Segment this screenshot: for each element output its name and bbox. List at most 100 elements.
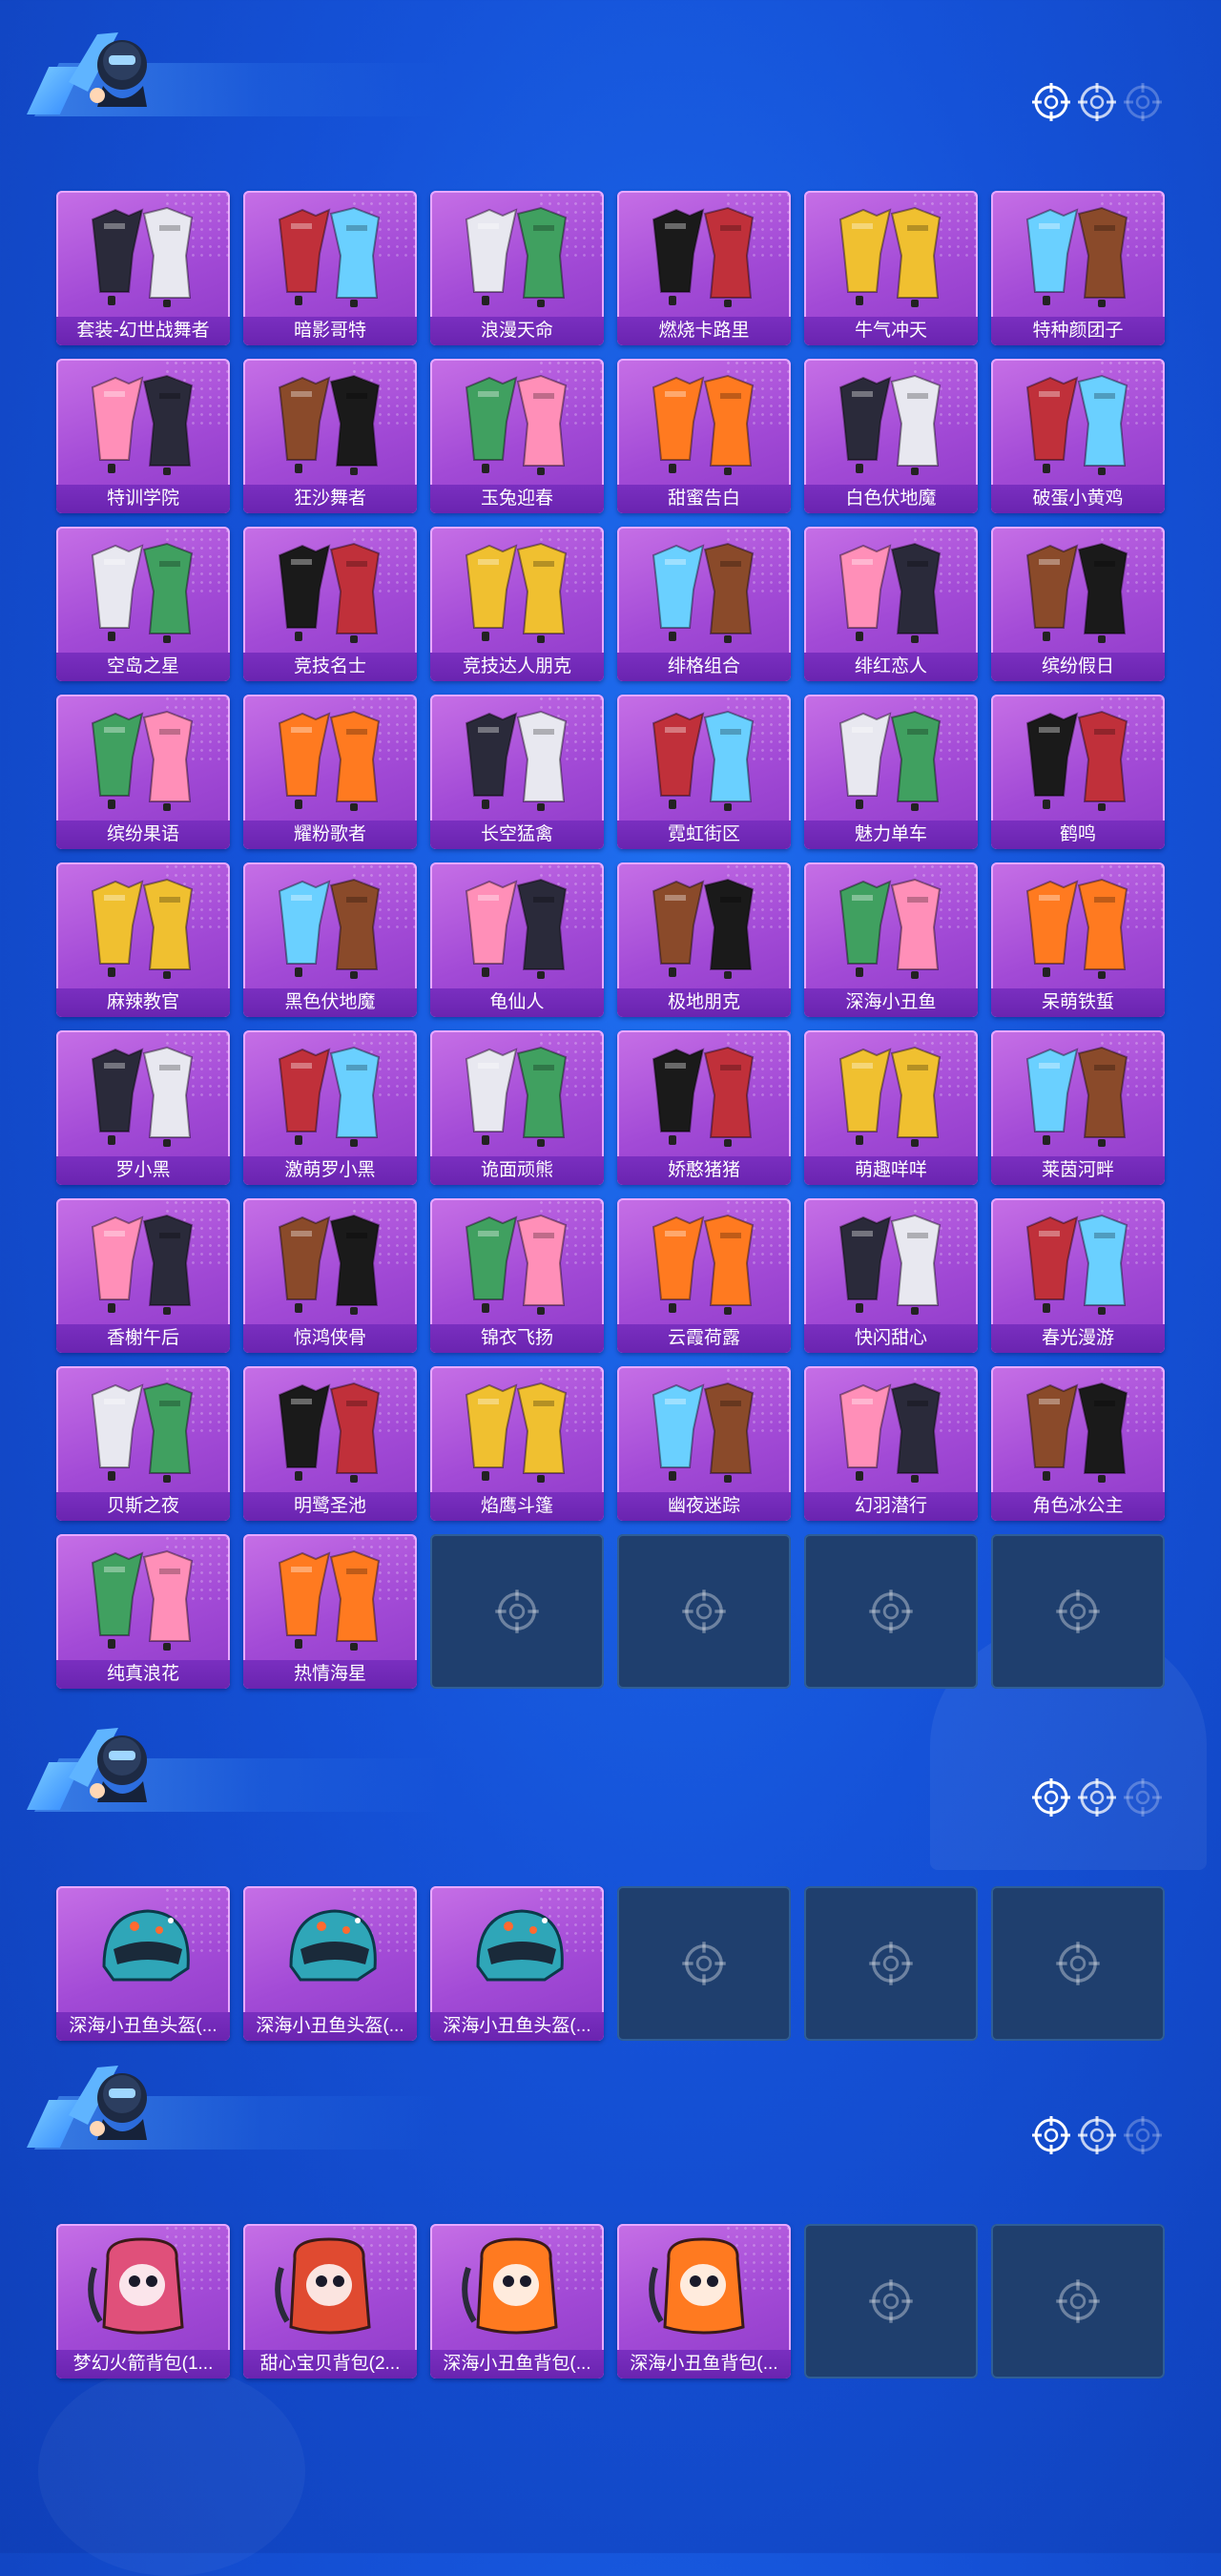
outfit-card[interactable]: 鹤鸣 — [991, 695, 1165, 849]
backpack-card[interactable]: 深海小丑鱼背包(... — [617, 2224, 791, 2379]
outfit-card[interactable]: 萌趣咩咩 — [804, 1030, 978, 1185]
outfit-image — [262, 364, 398, 477]
outfit-card[interactable]: 甜蜜告白 — [617, 359, 791, 513]
backpack-image — [449, 2230, 585, 2342]
outfit-image — [262, 1204, 398, 1317]
outfit-card[interactable]: 暗影哥特 — [243, 191, 417, 345]
empty-slot — [430, 1534, 604, 1689]
item-name: 甜蜜告白 — [617, 485, 791, 513]
outfit-card[interactable]: 缤纷假日 — [991, 527, 1165, 681]
outfit-card[interactable]: 纯真浪花 — [56, 1534, 230, 1689]
outfit-card[interactable]: 破蛋小黄鸡 — [991, 359, 1165, 513]
outfit-card[interactable]: 贝斯之夜 — [56, 1366, 230, 1521]
item-name: 焰鹰斗篷 — [430, 1492, 604, 1521]
item-name: 特种颜团子 — [991, 317, 1165, 345]
outfit-card[interactable]: 罗小黑 — [56, 1030, 230, 1185]
outfit-card[interactable]: 缤纷果语 — [56, 695, 230, 849]
crosshair-icon — [1122, 1776, 1164, 1818]
outfit-card[interactable]: 特训学院 — [56, 359, 230, 513]
outfit-card[interactable]: 狂沙舞者 — [243, 359, 417, 513]
outfit-card[interactable]: 绯格组合 — [617, 527, 791, 681]
outfit-image — [75, 700, 211, 813]
outfit-card[interactable]: 玉兔迎春 — [430, 359, 604, 513]
outfit-image — [1010, 1372, 1146, 1485]
item-name: 幻羽潜行 — [804, 1492, 978, 1521]
outfit-card[interactable]: 呆萌铁蜇 — [991, 862, 1165, 1017]
item-name: 诡面顽熊 — [430, 1156, 604, 1185]
outfit-card[interactable]: 香榭午后 — [56, 1198, 230, 1353]
outfit-card[interactable]: 幻羽潜行 — [804, 1366, 978, 1521]
outfit-card[interactable]: 春光漫游 — [991, 1198, 1165, 1353]
outfit-card[interactable]: 特种颜团子 — [991, 191, 1165, 345]
item-name: 白色伏地魔 — [804, 485, 978, 513]
outfit-card[interactable]: 娇憨猪猪 — [617, 1030, 791, 1185]
outfit-card[interactable]: 快闪甜心 — [804, 1198, 978, 1353]
outfit-card[interactable]: 竞技达人朋克 — [430, 527, 604, 681]
outfit-image — [75, 364, 211, 477]
outfit-card[interactable]: 焰鹰斗篷 — [430, 1366, 604, 1521]
item-name: 深海小丑鱼背包(... — [617, 2350, 791, 2379]
outfit-card[interactable]: 惊鸿侠骨 — [243, 1198, 417, 1353]
outfit-card[interactable]: 霓虹街区 — [617, 695, 791, 849]
helmet-card[interactable]: 深海小丑鱼头盔(... — [243, 1886, 417, 2041]
item-name: 牛气冲天 — [804, 317, 978, 345]
outfit-card[interactable]: 长空猛禽 — [430, 695, 604, 849]
item-name: 燃烧卡路里 — [617, 317, 791, 345]
helmet-card[interactable]: 深海小丑鱼头盔(... — [430, 1886, 604, 2041]
item-name: 罗小黑 — [56, 1156, 230, 1185]
crosshair-icon — [1030, 1776, 1072, 1818]
helmet-image — [262, 1892, 398, 2005]
helmet-card[interactable]: 深海小丑鱼头盔(... — [56, 1886, 230, 2041]
item-name: 萌趣咩咩 — [804, 1156, 978, 1185]
outfit-card[interactable]: 龟仙人 — [430, 862, 604, 1017]
player-avatar-icon — [59, 2048, 162, 2151]
outfit-card[interactable]: 莱茵河畔 — [991, 1030, 1165, 1185]
outfit-card[interactable]: 明鹭圣池 — [243, 1366, 417, 1521]
empty-slot — [617, 1886, 791, 2041]
crosshair-icon — [1030, 2114, 1072, 2156]
outfit-image — [1010, 364, 1146, 477]
outfit-card[interactable]: 空岛之星 — [56, 527, 230, 681]
backpack-card[interactable]: 深海小丑鱼背包(... — [430, 2224, 604, 2379]
outfit-card[interactable]: 幽夜迷踪 — [617, 1366, 791, 1521]
outfit-image — [1010, 1204, 1146, 1317]
outfit-image — [823, 197, 959, 309]
outfit-image — [75, 532, 211, 645]
outfit-card[interactable]: 绯红恋人 — [804, 527, 978, 681]
outfit-card[interactable]: 激萌罗小黑 — [243, 1030, 417, 1185]
outfit-card[interactable]: 麻辣教官 — [56, 862, 230, 1017]
outfit-card[interactable]: 燃烧卡路里 — [617, 191, 791, 345]
outfit-card[interactable]: 白色伏地魔 — [804, 359, 978, 513]
outfit-card[interactable]: 热情海星 — [243, 1534, 417, 1689]
outfit-card[interactable]: 诡面顽熊 — [430, 1030, 604, 1185]
outfit-card[interactable]: 牛气冲天 — [804, 191, 978, 345]
item-name: 破蛋小黄鸡 — [991, 485, 1165, 513]
crosshair-icon — [1122, 2114, 1164, 2156]
item-name: 幽夜迷踪 — [617, 1492, 791, 1521]
outfit-card[interactable]: 竞技名士 — [243, 527, 417, 681]
outfit-image — [823, 1372, 959, 1485]
item-name: 深海小丑鱼头盔(... — [243, 2012, 417, 2041]
outfit-card[interactable]: 浪漫天命 — [430, 191, 604, 345]
outfit-card[interactable]: 魅力单车 — [804, 695, 978, 849]
outfit-card[interactable]: 云霞荷露 — [617, 1198, 791, 1353]
outfit-image — [75, 868, 211, 981]
outfit-card[interactable]: 套装-幻世战舞者 — [56, 191, 230, 345]
backpack-card[interactable]: 梦幻火箭背包(1... — [56, 2224, 230, 2379]
item-name: 魅力单车 — [804, 821, 978, 849]
outfit-card[interactable]: 耀粉歌者 — [243, 695, 417, 849]
backpack-image — [636, 2230, 772, 2342]
outfit-image — [75, 1204, 211, 1317]
outfit-card[interactable]: 极地朋克 — [617, 862, 791, 1017]
backpack-card[interactable]: 甜心宝贝背包(2... — [243, 2224, 417, 2379]
outfit-image — [823, 700, 959, 813]
outfit-card[interactable]: 黑色伏地魔 — [243, 862, 417, 1017]
outfit-image — [823, 1036, 959, 1149]
outfit-card[interactable]: 角色冰公主 — [991, 1366, 1165, 1521]
crosshair-icon — [680, 1940, 728, 1987]
crosshair-decoration — [1030, 2114, 1211, 2162]
outfit-card[interactable]: 锦衣飞扬 — [430, 1198, 604, 1353]
outfit-image — [449, 868, 585, 981]
item-name: 龟仙人 — [430, 988, 604, 1017]
outfit-card[interactable]: 深海小丑鱼 — [804, 862, 978, 1017]
